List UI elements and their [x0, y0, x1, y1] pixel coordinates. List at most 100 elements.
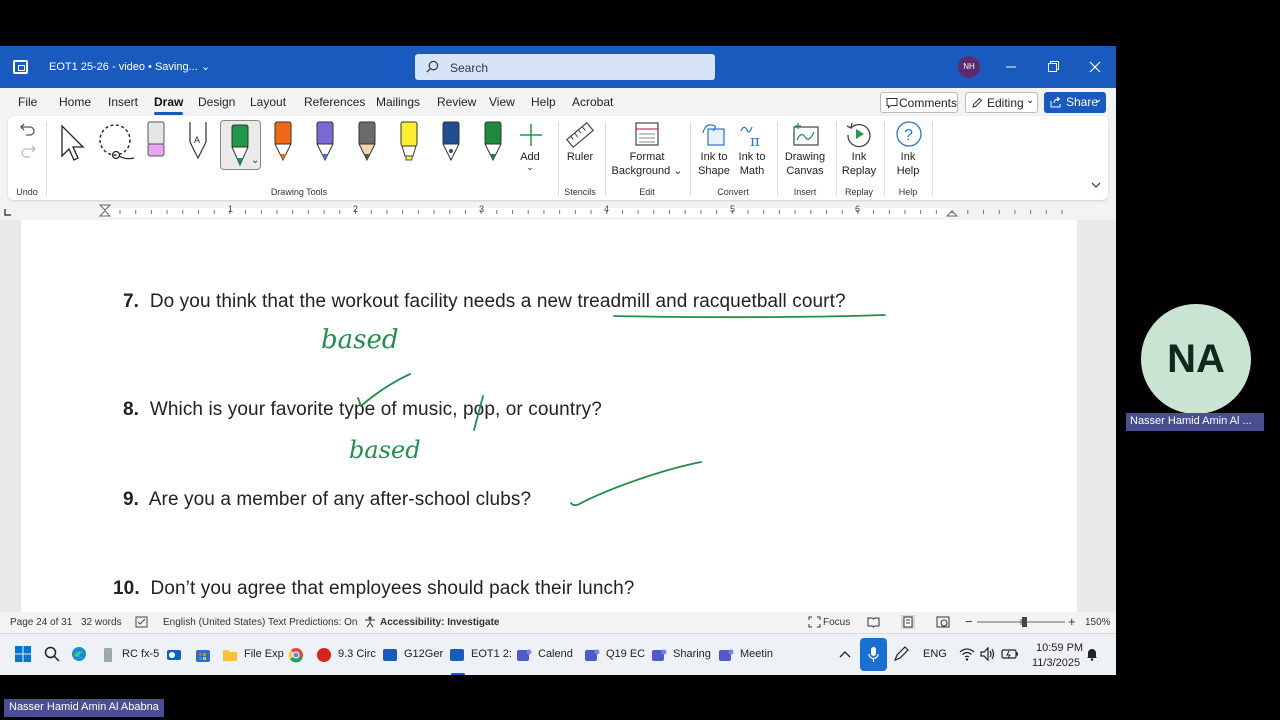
focus-icon	[808, 616, 821, 628]
notification-bell-icon[interactable]	[1085, 647, 1099, 661]
lasso-select-icon[interactable]	[96, 122, 136, 164]
pencil-gray-icon[interactable]	[356, 120, 378, 164]
read-mode-icon[interactable]	[867, 616, 880, 628]
page-count[interactable]: Page 24 of 31	[10, 617, 72, 628]
ink-to-math-button-line2[interactable]: Math	[740, 164, 764, 178]
ink-checkmark-q8	[357, 373, 411, 408]
eraser-icon[interactable]	[144, 120, 168, 162]
format-background-button[interactable]: Format	[630, 150, 665, 164]
comments-button[interactable]: Comments	[880, 92, 958, 113]
tab-home[interactable]: Home	[59, 95, 91, 109]
edge-icon[interactable]	[71, 646, 87, 662]
ribbon-collapse-chevron-icon[interactable]	[1090, 180, 1102, 190]
pen-menu-icon[interactable]	[893, 646, 909, 662]
share-button[interactable]: Share ⌄	[1044, 92, 1106, 113]
ink-to-shape-button-line2[interactable]: Shape	[698, 164, 730, 178]
ink-to-math-button[interactable]: Ink to	[739, 150, 766, 164]
microphone-button[interactable]	[860, 638, 887, 671]
editing-mode-dropdown[interactable]: Editing ⌄	[965, 92, 1038, 113]
search-input[interactable]: Search	[415, 54, 715, 80]
blue-pen-icon[interactable]	[440, 120, 462, 164]
restore-icon[interactable]	[1043, 57, 1063, 77]
ink-replay-icon[interactable]	[845, 120, 873, 148]
galaxy-pen-icon[interactable]	[314, 120, 336, 164]
word-icon	[450, 649, 464, 661]
close-icon[interactable]	[1085, 57, 1105, 77]
ink-help-button-line2[interactable]: Help	[897, 164, 920, 178]
horizontal-ruler[interactable]: 1 2 3 4 5 6	[0, 202, 1116, 220]
tab-references[interactable]: References	[304, 95, 365, 109]
tab-layout[interactable]: Layout	[250, 95, 286, 109]
zoom-slider[interactable]	[977, 616, 1065, 628]
drawing-canvas-icon[interactable]	[792, 121, 820, 149]
user-avatar[interactable]: NH	[958, 56, 980, 78]
orange-pen-icon[interactable]	[272, 120, 294, 164]
ruler-button[interactable]: Ruler	[567, 150, 593, 164]
document-title[interactable]: EOT1 25-26 - video • Saving... ⌄	[49, 60, 210, 73]
word-count[interactable]: 32 words	[81, 617, 122, 628]
ink-help-button[interactable]: Ink	[901, 150, 916, 164]
pen-green-selected[interactable]: ⌄	[220, 120, 261, 170]
chevron-up-icon[interactable]	[838, 648, 852, 660]
focus-button[interactable]: Focus	[823, 617, 850, 628]
accessibility-status[interactable]: Accessibility: Investigate	[380, 617, 500, 628]
taskbar-app-label: G12Ger	[404, 648, 444, 660]
zoom-in-icon[interactable]: +	[1068, 614, 1076, 629]
group-label-help: Help	[898, 187, 918, 197]
document-page[interactable]: 7. Do you think that the workout facilit…	[21, 220, 1077, 612]
tab-draw[interactable]: Draw	[154, 95, 184, 115]
ink-to-shape-icon[interactable]	[700, 121, 728, 149]
volume-icon[interactable]	[980, 647, 996, 661]
minimize-icon[interactable]	[1001, 57, 1021, 77]
taskbar-search-icon[interactable]	[44, 646, 60, 662]
word-app-icon[interactable]	[13, 60, 28, 74]
drawing-canvas-button-line2[interactable]: Canvas	[786, 164, 823, 178]
select-cursor-icon[interactable]	[56, 122, 88, 164]
ruler-number: 1	[228, 204, 234, 214]
format-background-button-line2[interactable]: Background ⌄	[612, 164, 683, 178]
tab-review[interactable]: Review	[437, 95, 476, 109]
screen: EOT1 25-26 - video • Saving... ⌄ Search …	[0, 0, 1280, 720]
proofing-icon[interactable]	[135, 616, 148, 628]
drawing-canvas-button[interactable]: Drawing	[785, 150, 825, 164]
pen-tool-icon[interactable]: A	[186, 120, 210, 162]
ink-to-shape-button[interactable]: Ink to	[701, 150, 728, 164]
add-pen-icon[interactable]	[518, 122, 544, 148]
undo-icon[interactable]	[18, 120, 38, 138]
zoom-level[interactable]: 150%	[1085, 617, 1111, 628]
text-predictions[interactable]: Text Predictions: On	[268, 617, 357, 628]
highlighter-yellow-icon[interactable]	[398, 120, 420, 164]
clock-date[interactable]: 11/3/2025	[1032, 657, 1080, 669]
tab-insert[interactable]: Insert	[108, 95, 138, 109]
redo-icon[interactable]	[18, 142, 38, 160]
tab-help[interactable]: Help	[531, 95, 556, 109]
tab-design[interactable]: Design	[198, 95, 235, 109]
language[interactable]: English (United States)	[163, 617, 265, 628]
web-layout-icon[interactable]	[936, 616, 950, 628]
clock-time[interactable]: 10:59 PM	[1036, 642, 1083, 654]
tab-view[interactable]: View	[489, 95, 515, 109]
tab-mailings[interactable]: Mailings	[376, 95, 420, 109]
ink-replay-button[interactable]: Ink	[852, 150, 867, 164]
tab-acrobat[interactable]: Acrobat	[572, 95, 613, 109]
chevron-down-icon: ⌄	[251, 155, 260, 166]
print-layout-icon[interactable]	[901, 615, 915, 629]
ink-to-math-icon[interactable]: π	[738, 121, 766, 149]
input-language[interactable]: ENG	[923, 648, 947, 660]
ruler-number: 6	[855, 204, 861, 214]
battery-icon[interactable]	[1001, 647, 1019, 661]
teams-icon	[719, 649, 734, 661]
dark-green-pen-icon[interactable]	[482, 120, 504, 164]
tab-file[interactable]: File	[18, 95, 37, 109]
group-label-edit: Edit	[639, 187, 655, 197]
taskbar-app-label: Calend	[538, 648, 573, 660]
windows-start-icon[interactable]	[15, 646, 31, 662]
wifi-icon[interactable]	[959, 647, 975, 661]
ink-help-icon[interactable]: ?	[895, 120, 923, 148]
ink-replay-button-line2[interactable]: Replay	[842, 164, 876, 178]
ruler-icon[interactable]	[565, 121, 595, 149]
ink-slash-q8	[473, 395, 484, 431]
title-bar: EOT1 25-26 - video • Saving... ⌄ Search …	[0, 46, 1116, 88]
zoom-out-icon[interactable]: −	[965, 614, 973, 629]
format-background-icon[interactable]	[634, 121, 660, 147]
